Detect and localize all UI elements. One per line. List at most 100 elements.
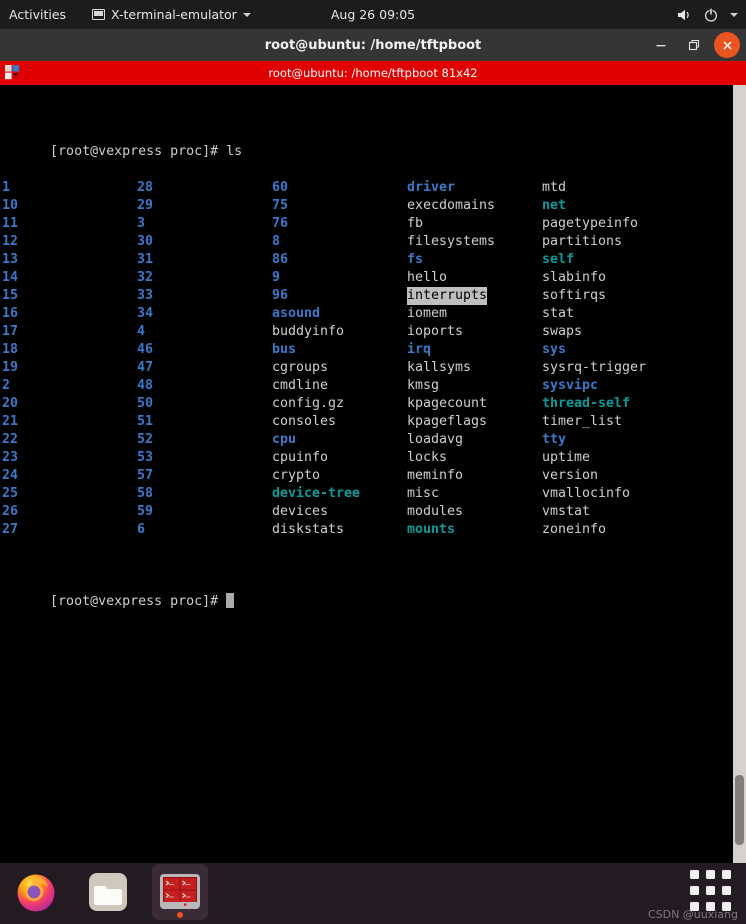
ls-entry: 26: [2, 504, 19, 519]
ls-entry: pagetypeinfo: [542, 216, 639, 231]
system-tray[interactable]: [676, 7, 738, 23]
ls-entry: driver: [407, 180, 456, 195]
ls-entry: kpagecount: [407, 396, 488, 411]
window-title: root@ubuntu: /home/tftpboot: [264, 37, 482, 53]
terminal-scrollbar-track[interactable]: [733, 85, 746, 863]
active-app-menu[interactable]: X-terminal-emulator: [92, 7, 251, 22]
ls-entry: device-tree: [272, 486, 361, 501]
terminal-line: 21 51 consoles kpageflags timer_list: [2, 413, 733, 431]
text-cursor: [226, 593, 235, 608]
ls-entry: 27: [2, 522, 19, 537]
terminal-line: 19 47 cgroups kallsyms sysrq-trigger: [2, 359, 733, 377]
clock[interactable]: Aug 26 09:05: [331, 7, 415, 22]
ls-entry: 52: [137, 432, 154, 447]
ls-entry: 2: [2, 378, 11, 393]
terminal-scrollbar-thumb[interactable]: [735, 775, 744, 845]
ls-entry: bus: [272, 342, 297, 357]
gnome-top-bar: Activities X-terminal-emulator Aug 26 09…: [0, 0, 746, 29]
ls-entry: timer_list: [542, 414, 623, 429]
terminal-line: 17 4 buddyinfo ioports swaps: [2, 323, 733, 341]
close-button[interactable]: [714, 32, 740, 58]
terminal-line: 23 53 cpuinfo locks uptime: [2, 449, 733, 467]
ls-entry: fs: [407, 252, 424, 267]
ls-entry: 15: [2, 288, 19, 303]
ls-entry: mounts: [407, 522, 456, 537]
window-title-bar: root@ubuntu: /home/tftpboot: [0, 29, 746, 61]
terminal-line: 24 57 crypto meminfo version: [2, 467, 733, 485]
ls-entry: sys: [542, 342, 567, 357]
ls-entry: fb: [407, 216, 424, 231]
terminal-line: 25 58 device-tree misc vmallocinfo: [2, 485, 733, 503]
terminal-line: 15 33 96 interrupts softirqs: [2, 287, 733, 305]
activities-button[interactable]: Activities: [0, 0, 76, 29]
ls-entry: 48: [137, 378, 154, 393]
ls-entry: 24: [2, 468, 19, 483]
ls-entry: 18: [2, 342, 19, 357]
terminal-prompt-line: [root@vexpress proc]# ls: [2, 125, 733, 159]
terminal-tab-label: root@ubuntu: /home/tftpboot 81x42: [268, 66, 478, 80]
ls-entry: meminfo: [407, 468, 464, 483]
ls-entry: 21: [2, 414, 19, 429]
ls-entry: 3: [137, 216, 146, 231]
ls-entry: 8: [272, 234, 281, 249]
ls-entry: 4: [137, 324, 146, 339]
ls-entry: ioports: [407, 324, 464, 339]
terminal-line: 10 29 75 execdomains net: [2, 197, 733, 215]
files-folder-icon: [85, 869, 131, 915]
ls-entry: slabinfo: [542, 270, 607, 285]
ls-entry: 51: [137, 414, 154, 429]
ls-entry: misc: [407, 486, 440, 501]
ls-entry: locks: [407, 450, 448, 465]
terminal-line: 20 50 config.gz kpagecount thread-self: [2, 395, 733, 413]
ls-entry: devices: [272, 504, 329, 519]
ls-entry: net: [542, 198, 567, 213]
ls-entry: mtd: [542, 180, 567, 195]
ls-entry: sysrq-trigger: [542, 360, 647, 375]
ls-entry: 32: [137, 270, 154, 285]
ls-entry: 59: [137, 504, 154, 519]
ls-entry: 12: [2, 234, 19, 249]
terminal-line: 11 3 76 fb pagetypeinfo: [2, 215, 733, 233]
terminal-line: 26 59 devices modules vmstat: [2, 503, 733, 521]
ls-entry: cmdline: [272, 378, 329, 393]
command-text: ls: [226, 144, 243, 159]
ls-entry: 16: [2, 306, 19, 321]
dock-item-files[interactable]: [80, 864, 136, 920]
ls-entry: loadavg: [407, 432, 464, 447]
ls-entry: 29: [137, 198, 154, 213]
ls-entry: kmsg: [407, 378, 440, 393]
ls-entry: 47: [137, 360, 154, 375]
ls-entry: 9: [272, 270, 281, 285]
ls-entry: 53: [137, 450, 154, 465]
terminal-line: 12 30 8 filesystems partitions: [2, 233, 733, 251]
dock-item-firefox[interactable]: [8, 864, 64, 920]
terminal-tab-bar[interactable]: root@ubuntu: /home/tftpboot 81x42: [0, 61, 746, 85]
terminal-tab-icon: [4, 64, 21, 81]
ls-entry: consoles: [272, 414, 337, 429]
ls-entry: cgroups: [272, 360, 329, 375]
ls-entry: version: [542, 468, 599, 483]
minimize-button[interactable]: [648, 32, 674, 58]
ls-entry: 31: [137, 252, 154, 267]
terminal-line: 16 34 asound iomem stat: [2, 305, 733, 323]
ls-entry: 28: [137, 180, 154, 195]
ls-entry: 20: [2, 396, 19, 411]
ls-entry: softirqs: [542, 288, 607, 303]
ls-entry: crypto: [272, 468, 321, 483]
ls-entry: kpageflags: [407, 414, 488, 429]
ls-entry: 10: [2, 198, 19, 213]
ls-entry: asound: [272, 306, 321, 321]
chevron-down-icon[interactable]: [730, 12, 738, 17]
power-icon[interactable]: [703, 7, 719, 23]
ls-entry: 46: [137, 342, 154, 357]
maximize-button[interactable]: [681, 32, 707, 58]
ls-entry: filesystems: [407, 234, 496, 249]
terminal-final-prompt-line: [root@vexpress proc]#: [2, 575, 733, 609]
dock-item-terminal[interactable]: [152, 864, 208, 920]
terminal-line: 13 31 86 fs self: [2, 251, 733, 269]
app-grid-icon[interactable]: [690, 870, 734, 911]
ls-listing: 1 28 60 driver mtd 10 29 75 execdomains net 11 3 76 f…: [2, 179, 733, 539]
volume-icon[interactable]: [676, 7, 692, 23]
ls-entry: modules: [407, 504, 464, 519]
terminal-output[interactable]: [root@vexpress proc]# ls 1 28 60 driver mtd 1…: [0, 85, 733, 863]
